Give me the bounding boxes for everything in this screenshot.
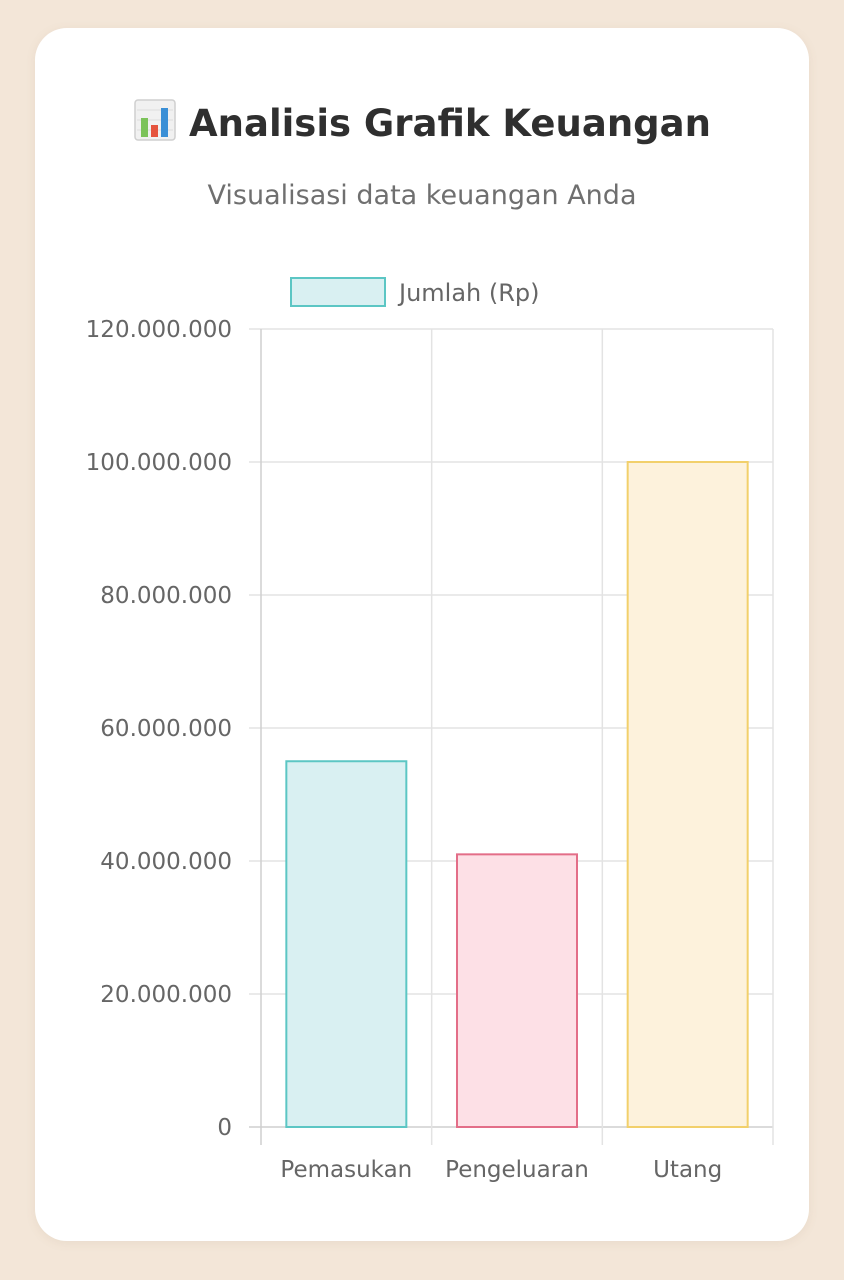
x-tick-label: Pengeluaran (445, 1157, 589, 1183)
y-tick-label: 0 (217, 1115, 232, 1141)
bar (285, 760, 408, 1128)
x-tick-label: Utang (653, 1157, 722, 1183)
y-tick-label: 80.000.000 (100, 583, 232, 609)
y-tick-label: 100.000.000 (86, 450, 232, 476)
legend-label: Jumlah (Rp) (397, 279, 540, 307)
x-tick-label: Pemasukan (280, 1157, 412, 1183)
y-tick-label: 120.000.000 (86, 317, 232, 343)
bar (456, 853, 578, 1128)
bar (626, 461, 749, 1128)
y-tick-label: 40.000.000 (100, 849, 232, 875)
legend-swatch (290, 277, 386, 307)
bar-chart: 0 20.000.000 40.000.000 60.000.000 80.000.00… (86, 277, 774, 1183)
y-tick-label: 20.000.000 (100, 982, 232, 1008)
y-tick-label: 60.000.000 (100, 716, 232, 742)
